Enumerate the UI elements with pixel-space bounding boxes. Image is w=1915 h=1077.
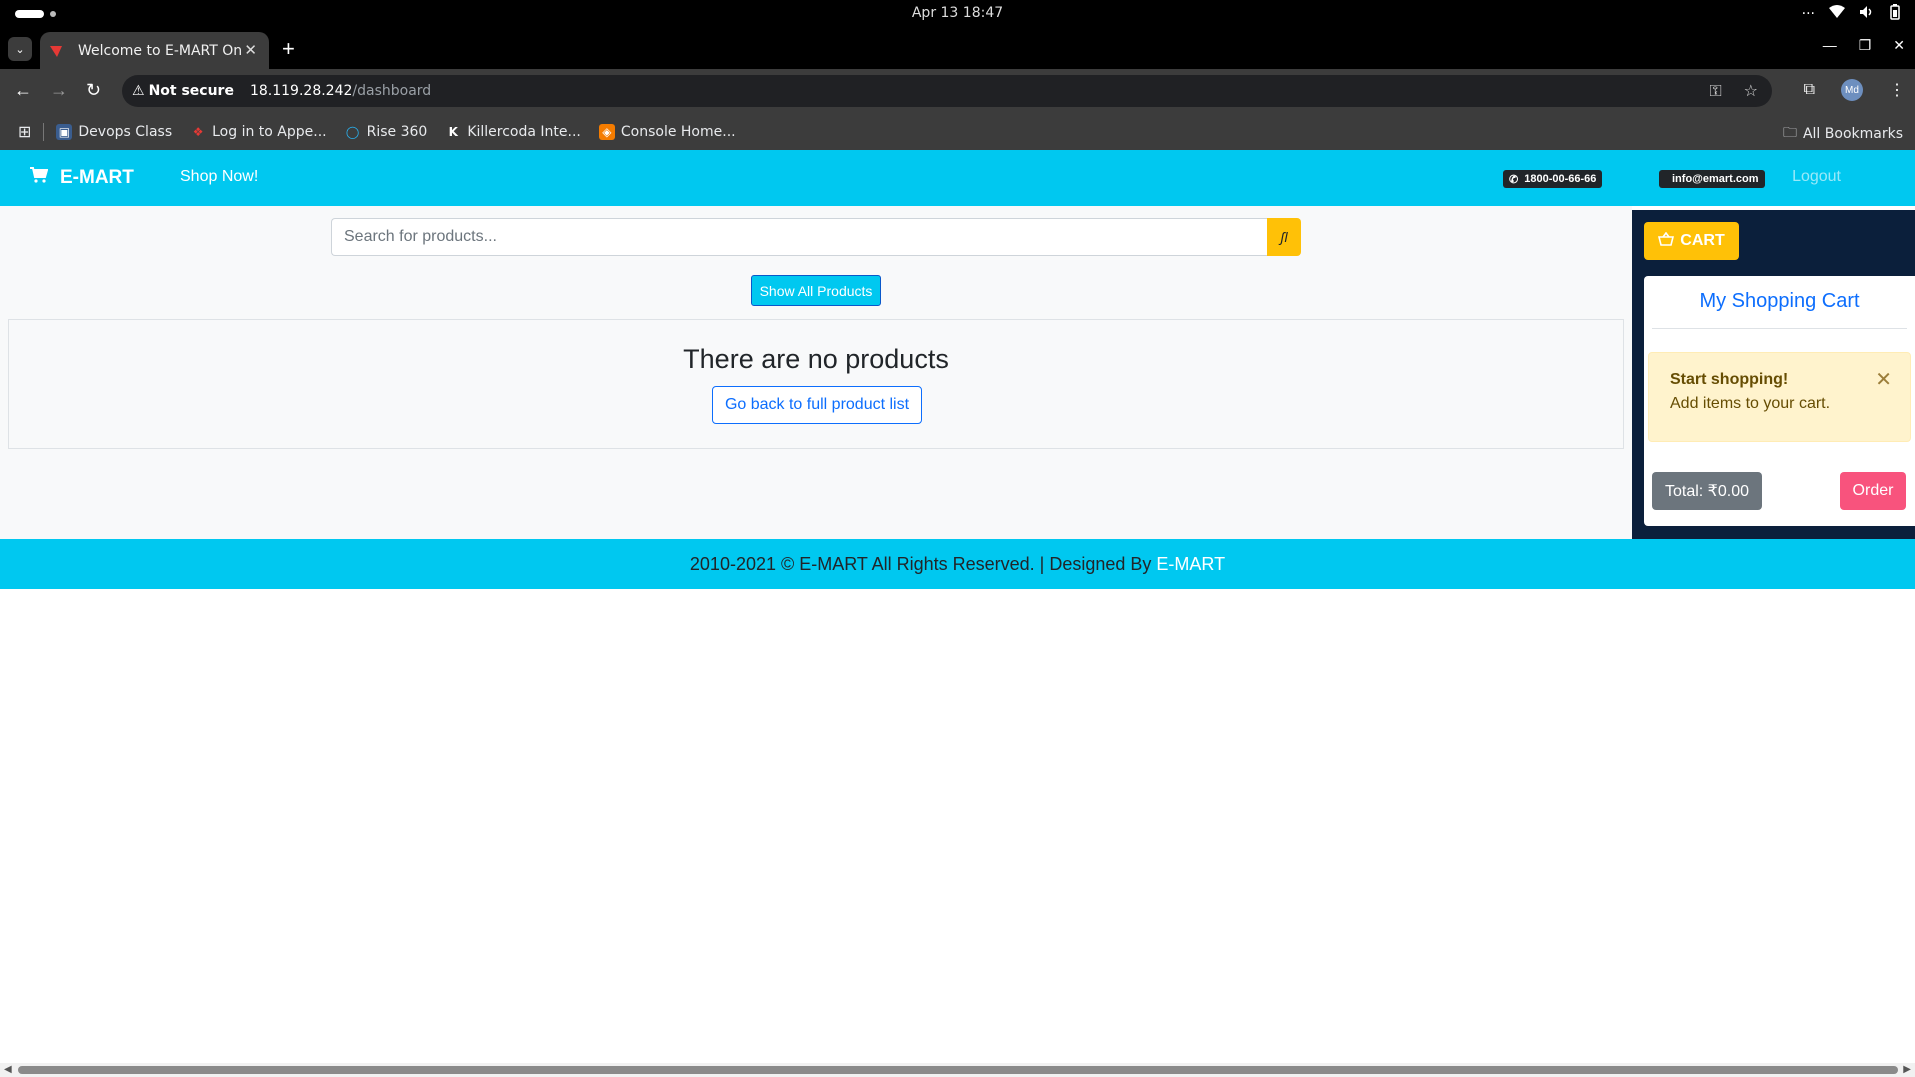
bookmark-killercoda[interactable]: K Killercoda Inte... — [445, 124, 581, 140]
email-badge: info@emart.com — [1659, 170, 1765, 188]
brand-link[interactable]: E-MART — [30, 167, 134, 189]
battery-icon[interactable] — [1889, 4, 1901, 24]
emart-favicon-icon — [48, 43, 64, 59]
url-path: /dashboard — [352, 83, 432, 99]
aws-console-icon: ◈ — [598, 123, 615, 140]
bookmark-label: Log in to Appe... — [212, 123, 327, 140]
empty-cart-alert: Start shopping! Add items to your cart. … — [1648, 352, 1911, 442]
bookmark-star-icon[interactable]: ☆ — [1744, 81, 1758, 101]
site-navbar: E-MART Shop Now! ✆ 1800-00-66-66 info@em… — [0, 150, 1915, 206]
shop-now-link[interactable]: Shop Now! — [180, 168, 258, 186]
tab-search-button[interactable]: ⌄ — [8, 37, 32, 61]
tab-emart[interactable]: Welcome to E-MART Onl ✕ — [40, 32, 269, 69]
omnibox-icons: ⚿ ☆ — [1709, 81, 1758, 101]
phone-badge: ✆ 1800-00-66-66 — [1503, 170, 1603, 188]
volume-icon[interactable] — [1859, 5, 1875, 23]
basket-icon — [1658, 231, 1675, 251]
reload-icon[interactable]: ↻ — [86, 81, 101, 99]
bookmarks-bar: ⊞ ▣ Devops Class ❖ Log in to Appe... ◯ R… — [0, 113, 1915, 150]
window-controls: — ❐ ✕ — [1823, 37, 1905, 54]
email-address: info@emart.com — [1672, 173, 1759, 185]
window-close-icon[interactable]: ✕ — [1893, 37, 1905, 54]
cart-sidebar: CART My Shopping Cart Start shopping! Ad… — [1632, 210, 1915, 539]
not-secure-chip[interactable]: ⚠ Not secure — [132, 83, 234, 99]
footer-brand-link[interactable]: E-MART — [1156, 554, 1225, 574]
warning-icon: ⚠ — [132, 83, 145, 99]
bookmark-devops[interactable]: ▣ Devops Class — [56, 123, 173, 140]
killercoda-icon: K — [448, 124, 458, 139]
search-bar: ʃl — [331, 218, 1301, 256]
chevron-down-icon: ⌄ — [15, 43, 25, 56]
alert-text: Add items to your cart. — [1670, 395, 1831, 412]
url-host: 18.119.28.242 — [249, 83, 353, 99]
scroll-left-icon[interactable]: ◀ — [4, 1064, 12, 1075]
appen-icon: ❖ — [192, 124, 204, 139]
tab-title: Welcome to E-MART Onl — [78, 42, 243, 59]
tab-close-icon[interactable]: ✕ — [244, 41, 257, 59]
minimize-icon[interactable]: — — [1823, 37, 1837, 54]
bookmark-label: Devops Class — [78, 123, 173, 140]
alert-title: Start shopping! — [1670, 371, 1789, 388]
os-clock[interactable]: Apr 13 18:47 — [0, 5, 1915, 21]
forward-arrow-icon[interactable]: → — [50, 81, 68, 99]
empty-state-card: There are no products Go back to full pr… — [8, 319, 1624, 449]
cart-button[interactable]: CART — [1644, 222, 1739, 260]
footer-text: 2010-2021 © E-MART All Rights Reserved. … — [689, 554, 1157, 574]
scroll-right-icon[interactable]: ▶ — [1903, 1064, 1911, 1075]
back-to-product-list-button[interactable]: Go back to full product list — [712, 386, 922, 424]
extensions-icon[interactable]: ⧉ — [1804, 81, 1815, 99]
search-input[interactable] — [331, 218, 1267, 256]
bookmark-label: Killercoda Inte... — [467, 123, 581, 140]
horizontal-scrollbar[interactable]: ◀ ▶ — [0, 1063, 1915, 1077]
toolbar-right: ⧉ Md ⋮ — [1804, 79, 1905, 101]
cart-total: Total: ₹0.00 — [1652, 472, 1762, 510]
all-bookmarks[interactable]: 🗀 All Bookmarks — [1783, 122, 1903, 146]
bookmark-label: Rise 360 — [366, 123, 428, 140]
bookmark-appen[interactable]: ❖ Log in to Appe... — [190, 124, 327, 140]
site-footer: 2010-2021 © E-MART All Rights Reserved. … — [0, 539, 1915, 589]
url-text[interactable]: 18.119.28.242/dashboard — [250, 83, 431, 99]
products-area: ʃl Show All Products There are no produc… — [0, 206, 1632, 539]
brand-name: E-MART — [60, 167, 134, 188]
scrollbar-thumb[interactable] — [18, 1066, 1898, 1074]
cart-divider — [1652, 328, 1907, 329]
os-top-bar: Apr 13 18:47 ··· — [0, 0, 1915, 29]
phone-number: 1800-00-66-66 — [1524, 173, 1597, 185]
more-icon[interactable]: ··· — [1802, 6, 1815, 22]
phone-icon: ✆ — [1509, 173, 1519, 186]
shopping-cart-icon — [30, 167, 49, 189]
system-tray[interactable]: ··· — [1802, 4, 1901, 24]
search-button[interactable]: ʃl — [1267, 218, 1301, 256]
bookmark-rise[interactable]: ◯ Rise 360 — [345, 123, 428, 140]
logout-link[interactable]: Logout — [1792, 168, 1841, 186]
cart-button-label: CART — [1680, 232, 1725, 249]
tab-strip: ⌄ Welcome to E-MART Onl ✕ + — ❐ ✕ — [0, 29, 1915, 69]
bookmark-separator — [43, 122, 45, 141]
bookmark-aws-console[interactable]: ◈ Console Home... — [598, 123, 736, 140]
devops-icon: ▣ — [56, 123, 73, 140]
wifi-icon[interactable] — [1829, 5, 1845, 23]
empty-state-title: There are no products — [683, 344, 949, 374]
page-viewport: E-MART Shop Now! ✆ 1800-00-66-66 info@em… — [0, 150, 1915, 1067]
rise-icon: ◯ — [345, 124, 360, 139]
apps-grid-icon[interactable]: ⊞ — [18, 122, 31, 141]
back-arrow-icon[interactable]: ← — [14, 81, 32, 99]
new-tab-button[interactable]: + — [282, 36, 295, 62]
address-bar[interactable]: ⚠ Not secure 18.119.28.242/dashboard ⚿ ☆ — [122, 75, 1772, 107]
not-secure-label: Not secure — [148, 83, 234, 99]
order-button[interactable]: Order — [1840, 472, 1906, 510]
profile-avatar[interactable]: Md — [1841, 79, 1863, 101]
all-bookmarks-label: All Bookmarks — [1802, 126, 1903, 142]
browser-toolbar: ← → ↻ ⚠ Not secure 18.119.28.242/dashboa… — [0, 69, 1915, 113]
bookmark-label: Console Home... — [620, 123, 736, 140]
password-key-icon[interactable]: ⚿ — [1709, 81, 1721, 101]
close-icon[interactable]: ✕ — [1875, 367, 1892, 392]
folder-icon: 🗀 — [1782, 125, 1797, 141]
shopping-cart-card: My Shopping Cart Start shopping! Add ite… — [1644, 276, 1915, 526]
browser-menu-icon[interactable]: ⋮ — [1889, 80, 1905, 100]
restore-icon[interactable]: ❐ — [1859, 37, 1872, 54]
show-all-products-button[interactable]: Show All Products — [751, 275, 881, 306]
cart-heading: My Shopping Cart — [1699, 290, 1860, 312]
